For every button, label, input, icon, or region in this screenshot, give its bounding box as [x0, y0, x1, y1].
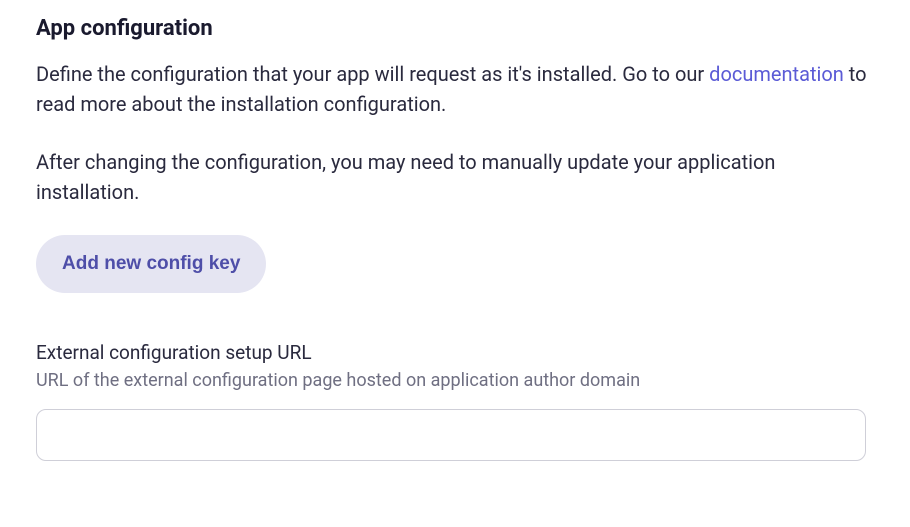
external-url-field-group: External configuration setup URL URL of … — [36, 341, 874, 461]
external-url-input[interactable] — [36, 409, 866, 461]
section-title: App configuration — [36, 16, 874, 41]
external-url-helper: URL of the external configuration page h… — [36, 370, 874, 391]
external-url-label: External configuration setup URL — [36, 341, 874, 364]
description-part1: Define the configuration that your app w… — [36, 62, 709, 86]
configuration-note: After changing the configuration, you ma… — [36, 147, 874, 207]
documentation-link[interactable]: documentation — [709, 62, 844, 86]
description-text: Define the configuration that your app w… — [36, 59, 874, 119]
add-config-key-button[interactable]: Add new config key — [36, 235, 266, 293]
